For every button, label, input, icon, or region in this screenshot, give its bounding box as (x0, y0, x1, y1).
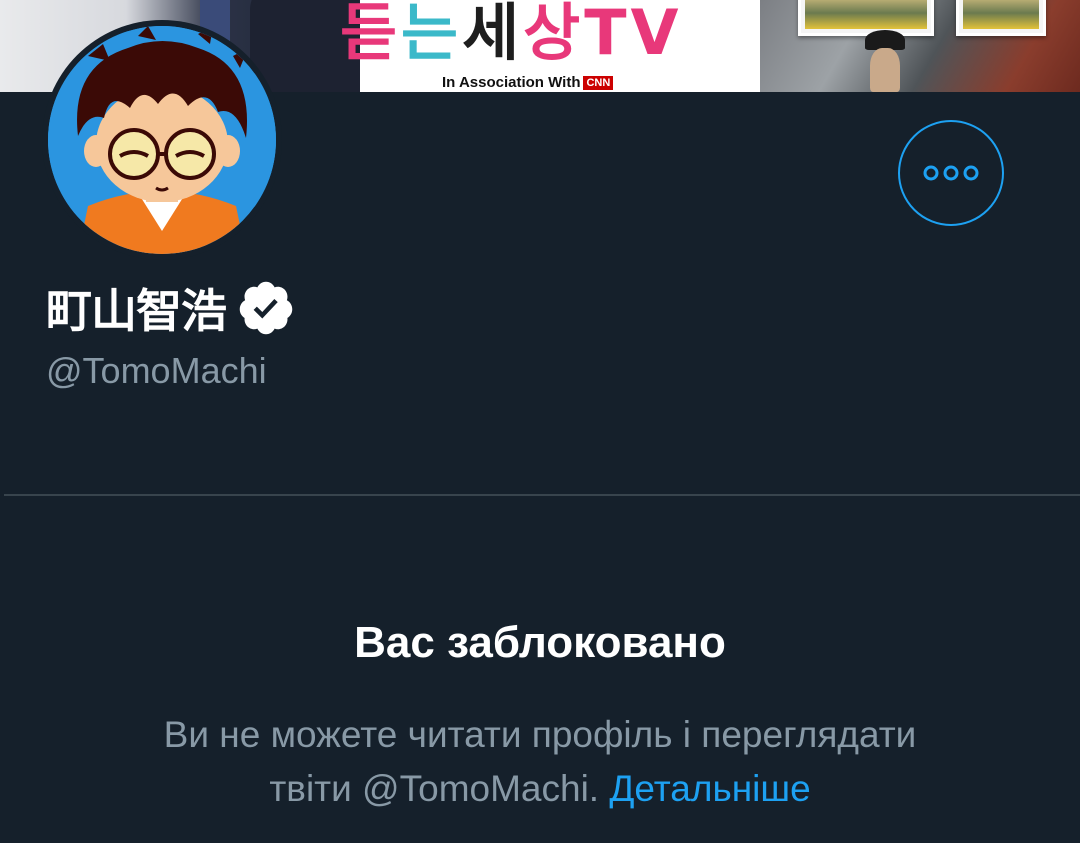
avatar-cartoon-glasses-icon (48, 26, 276, 254)
profile-name-row: 町山智浩 (46, 278, 296, 338)
blocked-title: Вас заблоковано (354, 618, 726, 667)
blocked-message: Ви не можете читати профіль і переглядат… (90, 708, 990, 816)
banner-association-text: In Association With CNN (442, 74, 614, 91)
cnn-logo: CNN (583, 76, 614, 91)
display-name: 町山智浩 (46, 284, 227, 338)
blocked-message-line1: Ви не можете читати профіль і переглядат… (163, 714, 917, 755)
blocked-message-line2: твіти @TomoMachi. (269, 768, 610, 809)
profile-avatar[interactable] (42, 20, 282, 260)
verified-badge-icon (239, 281, 293, 335)
banner-person-face (870, 48, 900, 92)
banner-person-hat (865, 30, 905, 50)
more-horizontal-icon (923, 165, 979, 181)
banner-photo-frame (956, 0, 1046, 36)
profile-page: 듣는세상TV In Association With CNN 町山智浩 @Tom… (0, 0, 1080, 843)
avatar-image (48, 26, 276, 254)
more-options-button[interactable] (898, 120, 1004, 226)
banner-photo-collage (760, 0, 1080, 92)
profile-handle: @TomoMachi (46, 350, 267, 391)
banner-photo-frame (798, 0, 934, 36)
section-divider (4, 494, 1080, 496)
learn-more-link[interactable]: Детальніше (609, 768, 810, 809)
banner-logo: 듣는세상TV (340, 0, 683, 69)
